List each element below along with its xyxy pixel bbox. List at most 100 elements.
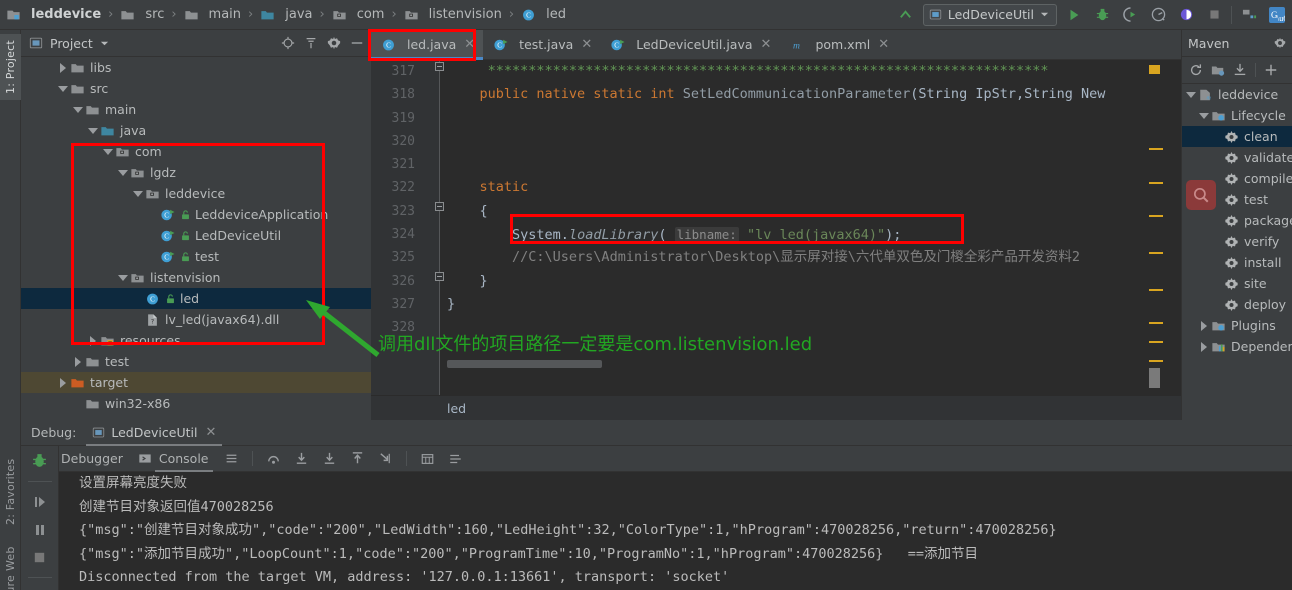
chevron-right-icon[interactable] [1198,320,1209,331]
settings-icon[interactable] [448,452,463,466]
tree-node-lgdz[interactable]: lgdz [21,162,371,183]
tree-node-leddevice[interactable]: leddevice [21,183,371,204]
chevron-right-icon[interactable] [1198,341,1209,352]
maven-node-package[interactable]: package [1182,210,1292,231]
tree-node-test[interactable]: Ctest [21,246,371,267]
chevron-right-icon[interactable] [57,377,68,388]
tree-node-lv-led-javax64-dll[interactable]: ? lv_led(javax64).dll [21,309,371,330]
rerun-debug-icon[interactable] [31,452,48,469]
settings-gear-icon[interactable] [1274,37,1286,49]
pause-icon[interactable] [32,522,48,538]
chevron-down-icon[interactable] [117,167,128,178]
tree-node-leddeviceutil[interactable]: C LedDeviceUtil [21,225,371,246]
editor-tab-pom-xml[interactable]: m pom.xml ✕ [779,30,897,59]
breadcrumb-item-src[interactable]: src [120,7,164,22]
tree-node-main[interactable]: main [21,99,371,120]
chevron-down-icon[interactable] [132,188,143,199]
sidebar-item-structure[interactable]: Structure [0,576,21,590]
close-icon[interactable]: ✕ [205,425,216,440]
chevron-down-icon[interactable] [1198,110,1209,121]
attach-process-icon[interactable] [1175,4,1197,26]
sidebar-item-project[interactable]: 1: Project [0,34,21,100]
sidebar-item-favorites[interactable]: 2: Favorites [0,450,21,534]
maven-node-deploy[interactable]: deploy [1182,294,1292,315]
project-structure-icon[interactable] [1238,4,1260,26]
horizontal-scrollbar[interactable] [447,360,602,368]
tree-node-resources[interactable]: resources [21,330,371,351]
project-tree[interactable]: libs src main java com lgdz leddevice C Leddevic… [21,57,371,420]
maven-node-clean[interactable]: clean [1182,126,1292,147]
close-icon[interactable]: ✕ [878,37,889,52]
close-icon[interactable]: ✕ [761,37,772,52]
fold-marker[interactable] [435,62,444,71]
resume-icon[interactable] [32,494,48,510]
fold-marker[interactable] [435,202,444,211]
step-over-icon[interactable] [266,451,281,466]
editor-breadcrumb[interactable]: led [371,395,1181,420]
tree-node-listenvision[interactable]: listenvision [21,267,371,288]
chevron-down-icon[interactable] [100,39,109,48]
reload-icon[interactable] [1189,63,1203,77]
tree-node-libs[interactable]: libs [21,57,371,78]
console-output[interactable]: 设置屏幕亮度失败 创建节目对象返回值470028256 {"msg":"创建节目对象… [59,472,1292,590]
breadcrumb-item-led[interactable]: Cled [521,7,566,22]
maven-node-site[interactable]: site [1182,273,1292,294]
breadcrumb-item-com[interactable]: com [332,7,384,22]
editor-tab-led-java[interactable]: Cled.java ✕ [371,30,484,60]
run-with-coverage-icon[interactable] [1119,4,1141,26]
add-maven-project-icon[interactable] [1211,63,1225,77]
tree-node-com[interactable]: com [21,141,371,162]
breadcrumb-item-main[interactable]: main [184,7,241,22]
step-into-icon[interactable] [294,451,309,466]
tree-node-win32-x86[interactable]: win32-x86 [21,393,371,414]
scrollbar-thumb[interactable] [1149,368,1160,388]
fold-marker[interactable] [435,272,444,281]
chevron-right-icon[interactable] [57,62,68,73]
plus-icon[interactable] [1264,63,1278,77]
tree-node-leddeviceapplication[interactable]: C LeddeviceApplication [21,204,371,225]
sidebar-item-web[interactable]: Web [0,538,21,580]
run-to-cursor-icon[interactable] [378,451,393,466]
debug-icon[interactable] [1091,4,1113,26]
maven-node-leddevice[interactable]: m leddevice [1182,84,1292,105]
maven-node-install[interactable]: install [1182,252,1292,273]
chevron-right-icon[interactable] [87,335,98,346]
editor-tab-test-java[interactable]: Ctest.java ✕ [483,30,600,59]
tree-node-led[interactable]: Cled [21,288,371,309]
chevron-down-icon[interactable] [72,104,83,115]
lines-icon[interactable] [224,452,239,465]
evaluate-icon[interactable] [420,452,435,466]
run-icon[interactable] [1063,4,1085,26]
close-icon[interactable]: ✕ [464,37,475,52]
stop-icon[interactable] [1203,4,1225,26]
hide-icon[interactable] [350,36,364,50]
settings-gear-icon[interactable] [327,36,341,50]
run-configuration-selector[interactable]: LedDeviceUtil [922,3,1057,26]
maven-node-lifecycle[interactable]: Lifecycle [1182,105,1292,126]
download-sources-icon[interactable] [1233,63,1247,77]
close-icon[interactable]: ✕ [581,37,592,52]
search-everywhere-icon[interactable] [1186,180,1216,210]
tree-node-src[interactable]: src [21,78,371,99]
breadcrumb-item-java[interactable]: java [260,7,312,22]
tree-node-target[interactable]: target [21,372,371,393]
maven-node-validate[interactable]: validate [1182,147,1292,168]
chevron-down-icon[interactable] [87,125,98,136]
force-step-into-icon[interactable] [322,451,337,466]
locate-icon[interactable] [281,36,295,50]
chevron-down-icon[interactable] [117,272,128,283]
maven-node-verify[interactable]: verify [1182,231,1292,252]
chevron-down-icon[interactable] [57,83,68,94]
breadcrumb-item-leddevice[interactable]: leddevice [6,7,101,22]
breadcrumb-item-listenvision[interactable]: listenvision [404,7,502,22]
debug-session-tab[interactable]: LedDeviceUtil ✕ [86,420,223,446]
tab-debugger[interactable]: Debugger [59,451,125,466]
profiler-icon[interactable] [1147,4,1169,26]
maven-node-plugins[interactable]: Plugins [1182,315,1292,336]
tab-console[interactable]: Console [138,451,213,472]
build-icon[interactable] [895,4,917,26]
editor-tab-leddeviceutil-java[interactable]: C LedDeviceUtil.java ✕ [600,30,779,59]
tree-node-test[interactable]: test [21,351,371,372]
chevron-right-icon[interactable] [72,356,83,367]
collapse-all-icon[interactable] [304,36,318,50]
